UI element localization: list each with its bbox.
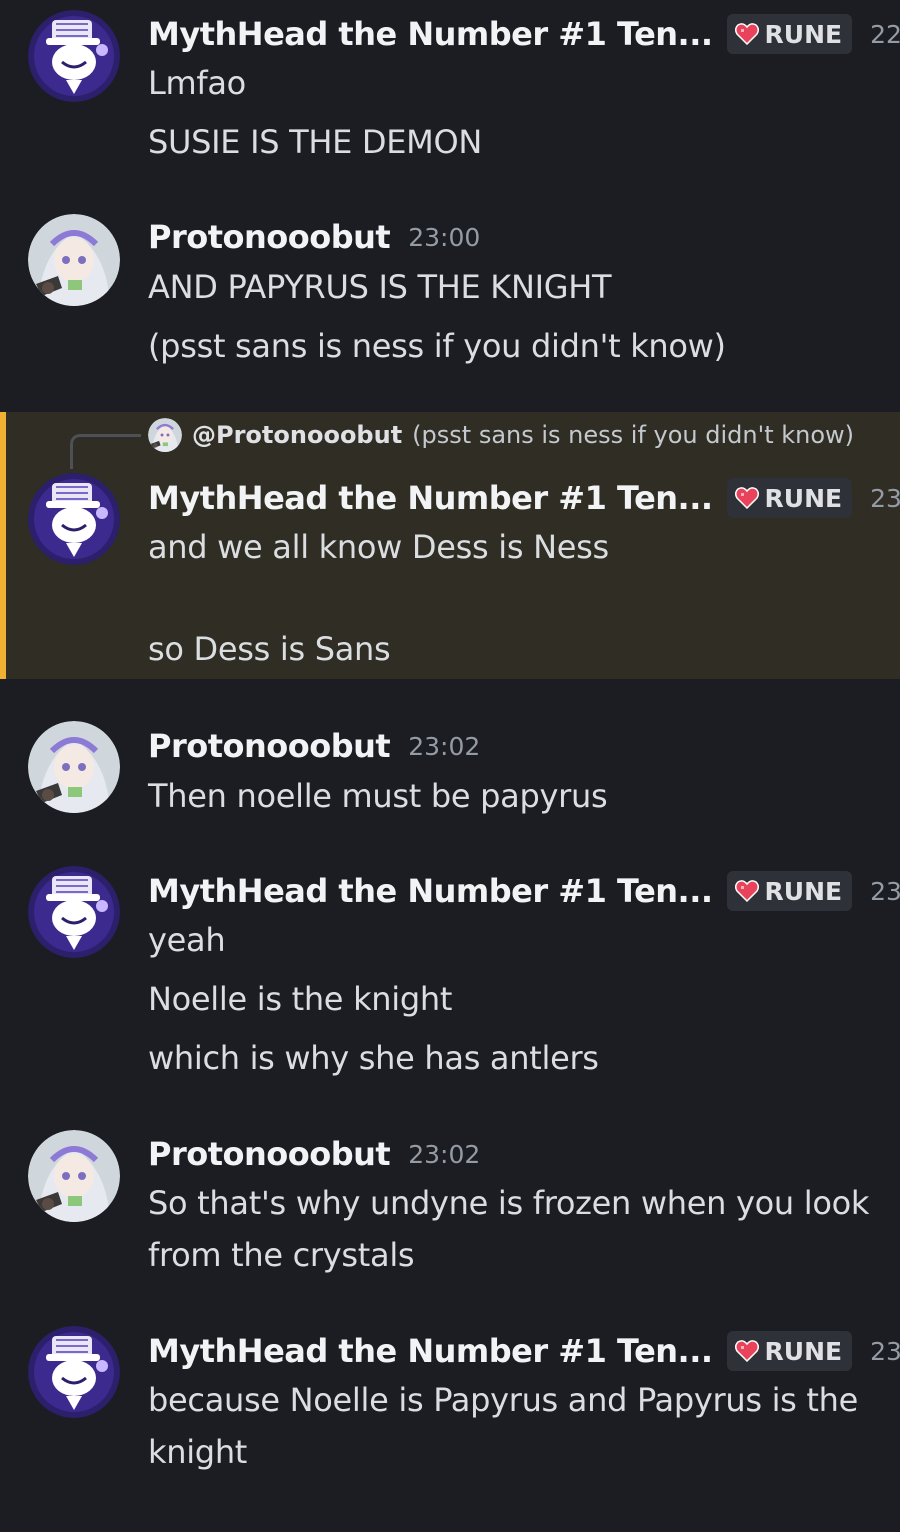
server-tag-badge[interactable]: RUNE: [726, 1331, 853, 1371]
avatar[interactable]: [28, 1130, 120, 1222]
username[interactable]: MythHead the Number #1 Ten...: [148, 15, 713, 53]
message-text: Lmfao: [148, 64, 246, 102]
timestamp[interactable]: 22:59: [870, 20, 900, 49]
avatar[interactable]: [28, 10, 120, 102]
message-text: Then noelle must be papyrus: [148, 777, 608, 815]
message-text: which is why she has antlers: [148, 1039, 599, 1077]
avatar[interactable]: [28, 214, 120, 306]
timestamp[interactable]: 23:02: [408, 1140, 480, 1169]
username[interactable]: Protonooobut: [148, 727, 391, 765]
message-text: (psst sans is ness if you didn't know): [148, 327, 726, 365]
avatar[interactable]: [28, 1326, 120, 1418]
timestamp[interactable]: 23:01: [870, 484, 900, 513]
reply-avatar: [148, 418, 182, 452]
timestamp[interactable]: 23:02: [408, 732, 480, 761]
avatar[interactable]: [28, 473, 120, 565]
message-text: from the crystals: [148, 1236, 415, 1274]
server-tag-label: RUNE: [764, 876, 843, 906]
reply-spine: [70, 434, 141, 469]
username[interactable]: Protonooobut: [148, 218, 391, 256]
username[interactable]: MythHead the Number #1 Ten...: [148, 1332, 713, 1370]
username[interactable]: Protonooobut: [148, 1135, 391, 1173]
heart-icon: [735, 23, 759, 45]
message-text: SUSIE IS THE DEMON: [148, 123, 482, 161]
timestamp[interactable]: 23:02: [870, 877, 900, 906]
heart-icon: [735, 487, 759, 509]
message-text: So that's why undyne is frozen when you …: [148, 1184, 870, 1222]
reply-username[interactable]: @Protonooobut: [192, 421, 402, 449]
server-tag-label: RUNE: [764, 19, 843, 49]
message-text: Noelle is the knight: [148, 980, 453, 1018]
timestamp[interactable]: 23:02: [870, 1337, 900, 1366]
timestamp[interactable]: 23:00: [408, 223, 480, 252]
heart-icon: [735, 880, 759, 902]
server-tag-badge[interactable]: RUNE: [726, 478, 853, 518]
server-tag-label: RUNE: [764, 1336, 843, 1366]
server-tag-badge[interactable]: RUNE: [726, 871, 853, 911]
username[interactable]: MythHead the Number #1 Ten...: [148, 479, 713, 517]
mention-accent-bar: [0, 412, 6, 679]
message-text: and we all know Dess is Ness: [148, 528, 609, 566]
server-tag-label: RUNE: [764, 483, 843, 513]
server-tag-badge[interactable]: RUNE: [726, 14, 853, 54]
reply-text[interactable]: (psst sans is ness if you didn't know): [412, 421, 854, 449]
username[interactable]: MythHead the Number #1 Ten...: [148, 872, 713, 910]
message-text: yeah: [148, 921, 226, 959]
message-text: because Noelle is Papyrus and Papyrus is…: [148, 1381, 859, 1419]
avatar[interactable]: [28, 866, 120, 958]
avatar[interactable]: [28, 721, 120, 813]
message-text: knight: [148, 1433, 248, 1471]
heart-icon: [735, 1340, 759, 1362]
reply-preview[interactable]: @Protonooobut (psst sans is ness if you …: [148, 418, 854, 452]
message-text: so Dess is Sans: [148, 630, 391, 668]
message-text: AND PAPYRUS IS THE KNIGHT: [148, 268, 612, 306]
